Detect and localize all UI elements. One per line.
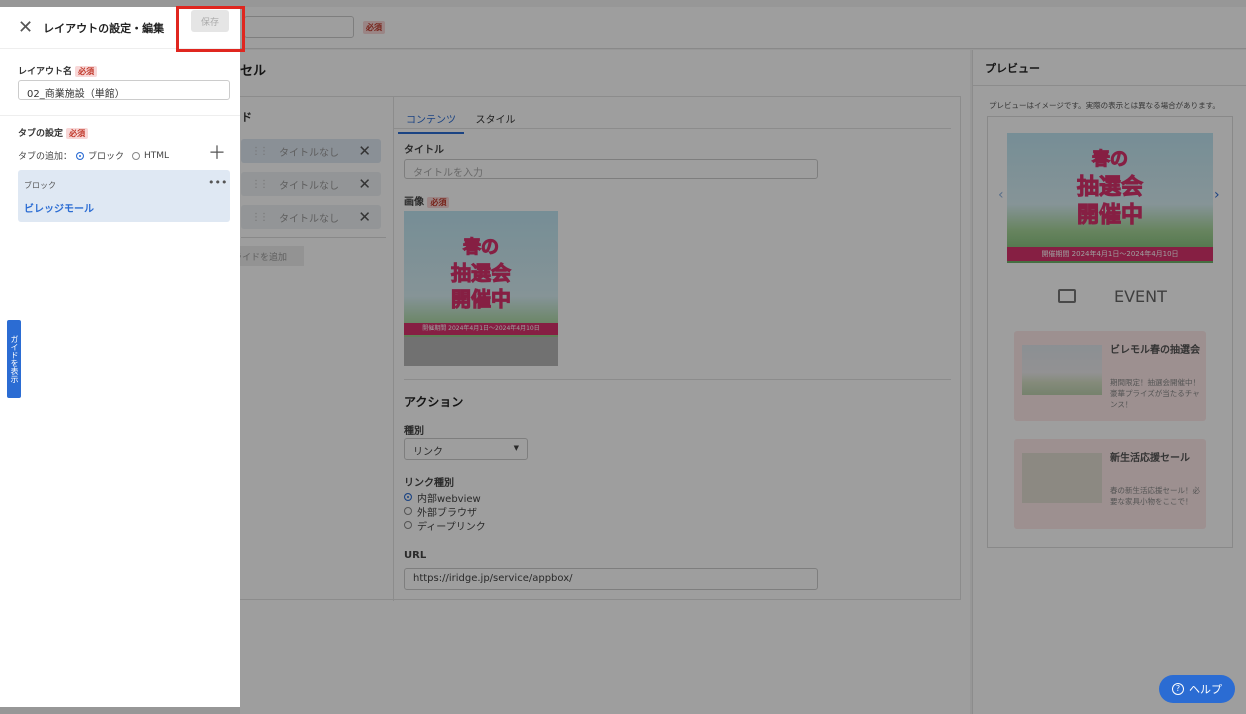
highlight-box (176, 6, 245, 52)
guide-tab-label: ガイドを表示 (10, 335, 19, 383)
required-badge: 必須 (75, 66, 98, 77)
required-badge: 必須 (66, 128, 89, 139)
radio-block-label[interactable]: ブロック (88, 149, 124, 162)
help-icon: ? (1172, 683, 1184, 695)
tab-settings-label: タブの設定 (18, 129, 64, 139)
drawer-title: レイアウトの設定・編集 (43, 21, 165, 35)
help-button[interactable]: ? ヘルプ (1159, 675, 1235, 703)
tab-add-label: タブの追加： (18, 152, 73, 162)
radio-html-icon[interactable] (132, 151, 141, 160)
radio-html-label[interactable]: HTML (144, 151, 169, 161)
tab-block-item[interactable]: ブロック ••• ビレッジモール (18, 170, 230, 222)
layout-name-input[interactable]: 02_商業施設（単館） (18, 80, 230, 100)
close-icon[interactable]: ✕ (18, 17, 33, 38)
block-name: ビレッジモール (24, 204, 94, 215)
layout-settings-drawer: ✕ レイアウトの設定・編集 レイアウト名 必須 02_商業施設（単館） タブの設… (0, 7, 240, 707)
divider (0, 115, 240, 116)
show-guide-tab[interactable]: ガイドを表示 (7, 320, 21, 398)
tab-add-row: タブの追加： ブロック HTML (18, 149, 169, 163)
help-label: ヘルプ (1189, 683, 1222, 696)
add-tab-button[interactable]: ＋ (205, 144, 229, 166)
radio-block-icon[interactable] (76, 151, 85, 160)
more-icon[interactable]: ••• (208, 176, 227, 189)
layout-name-label: レイアウト名 (18, 67, 73, 77)
block-type-label: ブロック (24, 181, 56, 190)
